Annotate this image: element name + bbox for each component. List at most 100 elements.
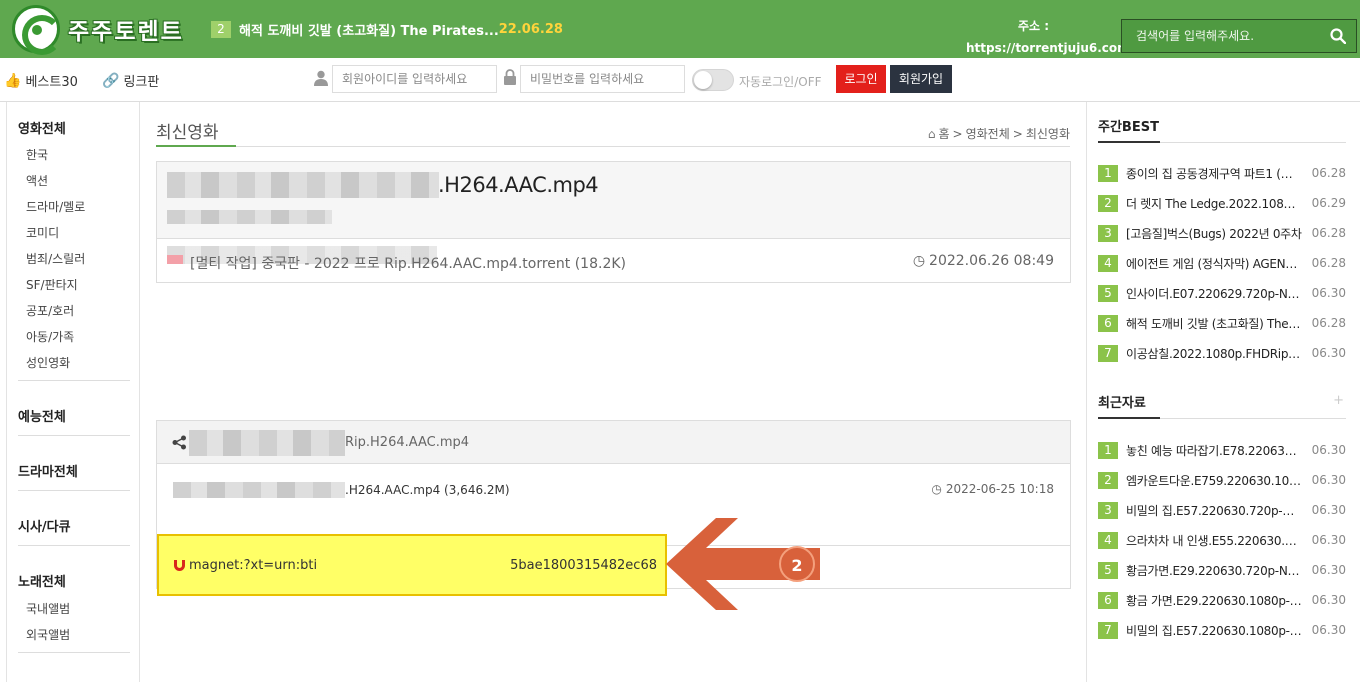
weekly-best-title: 주간BEST (1098, 120, 1159, 135)
breadcrumb-movies[interactable]: 영화전체 (966, 125, 1010, 142)
list-item[interactable]: 7 비밀의 집.E57.220630.1080p-NEXT 06.30 (1098, 621, 1346, 639)
list-item[interactable]: 6 해적 도깨비 깃발 (초고화질) The Pirates 06.28 (1098, 314, 1346, 332)
magnet-link-text[interactable]: magnet:?xt=urn:bti (189, 558, 317, 573)
search-icon[interactable] (1330, 28, 1346, 44)
list-item[interactable]: 1 놓친 예능 따라잡기.E78.220630.720p 06.30 (1098, 441, 1346, 459)
nav-sub-item[interactable]: 범죄/스릴러 (26, 250, 85, 267)
rank-badge: 4 (1098, 254, 1118, 272)
nav-cat-music[interactable]: 노래전체 (18, 571, 66, 590)
rank-badge: 1 (1098, 164, 1118, 182)
nav-cat-docu[interactable]: 시사/다큐 (18, 516, 71, 535)
nav-divider (18, 380, 130, 381)
password-input[interactable] (520, 65, 685, 93)
list-item-title[interactable]: 에이전트 게임 (정식자막) AGENT GAME (1126, 255, 1302, 272)
rank-badge: 3 (1098, 501, 1118, 519)
torrent-file-link[interactable]: [멀티 작업] 중국판 - 2022 프로 Rip.H264.AAC.mp4.t… (190, 253, 626, 273)
list-item-date: 06.30 (1311, 443, 1346, 457)
join-button[interactable]: 회원가입 (890, 65, 952, 93)
page-title: 최신영화 (156, 123, 219, 143)
best30-link[interactable]: 👍 베스트30 (4, 71, 78, 91)
logo-text: 주주토렌트 (68, 19, 184, 45)
search-box (1121, 19, 1357, 53)
list-item[interactable]: 4 으라차차 내 인생.E55.220630.720p 06.30 (1098, 531, 1346, 549)
list-item-title[interactable]: 놓친 예능 따라잡기.E78.220630.720p (1126, 442, 1302, 459)
magnet-link-highlight[interactable]: magnet:?xt=urn:bti 5bae1800315482ec68 (157, 534, 667, 596)
list-item[interactable]: 3 [고음질]벅스(Bugs) 2022년 0주차 06.28 (1098, 224, 1346, 242)
nav-sub-item[interactable]: 국내앨범 (26, 600, 70, 617)
list-item-title[interactable]: 인사이더.E07.220629.720p-NEXT (1126, 285, 1302, 302)
nav-sub-item[interactable]: 아동/가족 (26, 328, 74, 345)
list-item[interactable]: 2 엠카운트다운.E759.220630.1080p 06.30 (1098, 471, 1346, 489)
nav-divider (18, 545, 130, 546)
linkpan-link[interactable]: 🔗 링크판 (102, 71, 159, 91)
nav-sub-item[interactable]: 코미디 (26, 224, 59, 241)
magnet-hash[interactable]: 5bae1800315482ec68 (510, 558, 657, 573)
rank-badge: 6 (1098, 591, 1118, 609)
search-input[interactable] (1122, 20, 1322, 52)
news-ticker[interactable]: 2 해적 도깨비 깃발 (초고화질) The Pirates... 22.06.… (211, 20, 563, 39)
list-item-date: 06.30 (1311, 286, 1346, 300)
rank-badge: 5 (1098, 284, 1118, 302)
breadcrumb-home[interactable]: 홈 (938, 125, 949, 142)
post-panel: .H264.AAC.mp4 [멀티 작업] 중국판 - 2022 프로 Rip.… (156, 161, 1071, 283)
address-url[interactable]: https://torrentjuju6.com (966, 41, 1130, 55)
more-button[interactable]: + (1333, 393, 1344, 408)
list-item[interactable]: 4 에이전트 게임 (정식자막) AGENT GAME 06.28 (1098, 254, 1346, 272)
list-item-title[interactable]: 황금 가면.E29.220630.1080p-NEXT (1126, 592, 1302, 609)
rank-badge: 2 (1098, 471, 1118, 489)
site-logo[interactable]: 주주토렌트 (12, 5, 202, 55)
list-item[interactable]: 5 인사이더.E07.220629.720p-NEXT 06.30 (1098, 284, 1346, 302)
rank-badge: 7 (1098, 621, 1118, 639)
login-button[interactable]: 로그인 (836, 65, 886, 93)
user-id-input[interactable] (332, 65, 497, 93)
nav-cat-drama[interactable]: 드라마전체 (18, 461, 78, 480)
list-item-title[interactable]: 황금가면.E29.220630.720p-NEXT (1126, 562, 1302, 579)
nav-sub-item[interactable]: 외국앨범 (26, 626, 70, 643)
toggle-knob (694, 71, 712, 89)
autologin-label: 자동로그인/OFF (739, 75, 822, 89)
nav-divider (18, 652, 130, 653)
list-item[interactable]: 3 비밀의 집.E57.220630.720p-NEXT 06.30 (1098, 501, 1346, 519)
section-accent (1098, 417, 1160, 419)
list-item[interactable]: 7 이공삼칠.2022.1080p.FHDRip.H264 06.30 (1098, 344, 1346, 362)
list-item-title[interactable]: 엠카운트다운.E759.220630.1080p (1126, 472, 1302, 489)
list-item[interactable]: 2 더 렛지 The Ledge.2022.1080p.KORSUB 06.29 (1098, 194, 1346, 212)
list-item-date: 06.30 (1311, 563, 1346, 577)
magnet-file-name: Rip.H264.AAC.mp4 (345, 435, 470, 450)
list-item-date: 06.28 (1311, 316, 1346, 330)
nav-cat-movies[interactable]: 영화전체 (18, 118, 66, 137)
list-item[interactable]: 1 종이의 집 공동경제구역 파트1 (초고화질) 06.28 (1098, 164, 1346, 182)
list-item-title[interactable]: [고음질]벅스(Bugs) 2022년 0주차 (1126, 225, 1302, 242)
list-item-title[interactable]: 더 렛지 The Ledge.2022.1080p.KORSUB (1126, 195, 1302, 212)
nav-cat-variety[interactable]: 예능전체 (18, 406, 66, 425)
nav-sub-item[interactable]: SF/판타지 (26, 276, 78, 293)
list-item-title[interactable]: 종이의 집 공동경제구역 파트1 (초고화질) (1126, 165, 1302, 182)
list-item-title[interactable]: 해적 도깨비 깃발 (초고화질) The Pirates (1126, 315, 1302, 332)
breadcrumb-current: 최신영화 (1025, 127, 1070, 141)
rank-badge: 6 (1098, 314, 1118, 332)
post-header: .H264.AAC.mp4 (157, 162, 1070, 239)
list-item-title[interactable]: 이공삼칠.2022.1080p.FHDRip.H264 (1126, 345, 1302, 362)
list-item[interactable]: 6 황금 가면.E29.220630.1080p-NEXT 06.30 (1098, 591, 1346, 609)
nav-sub-item[interactable]: 성인영화 (26, 354, 70, 371)
list-item-date: 06.30 (1311, 623, 1346, 637)
list-item-date: 06.28 (1311, 256, 1346, 270)
ticker-title[interactable]: 해적 도깨비 깃발 (초고화질) The Pirates... (239, 20, 499, 39)
list-item-title[interactable]: 으라차차 내 인생.E55.220630.720p (1126, 532, 1302, 549)
list-item-title[interactable]: 비밀의 집.E57.220630.720p-NEXT (1126, 502, 1302, 519)
post-date: ◷ 2022.06.26 08:49 (913, 253, 1054, 269)
home-icon[interactable]: ⌂ (928, 127, 936, 141)
list-item-date: 06.28 (1311, 226, 1346, 240)
blurred-size-name (173, 482, 345, 498)
autologin-toggle[interactable] (692, 69, 734, 91)
ticker-rank: 2 (211, 20, 231, 38)
rank-badge: 1 (1098, 441, 1118, 459)
file-type-mark (167, 255, 183, 264)
nav-sub-item[interactable]: 액션 (26, 172, 48, 189)
list-item[interactable]: 5 황금가면.E29.220630.720p-NEXT 06.30 (1098, 561, 1346, 579)
nav-sub-item[interactable]: 드라마/멜로 (26, 198, 85, 215)
nav-sub-item[interactable]: 공포/호러 (26, 302, 74, 319)
nav-sub-item[interactable]: 한국 (26, 146, 48, 163)
list-item-date: 06.29 (1311, 196, 1346, 210)
list-item-title[interactable]: 비밀의 집.E57.220630.1080p-NEXT (1126, 622, 1302, 639)
